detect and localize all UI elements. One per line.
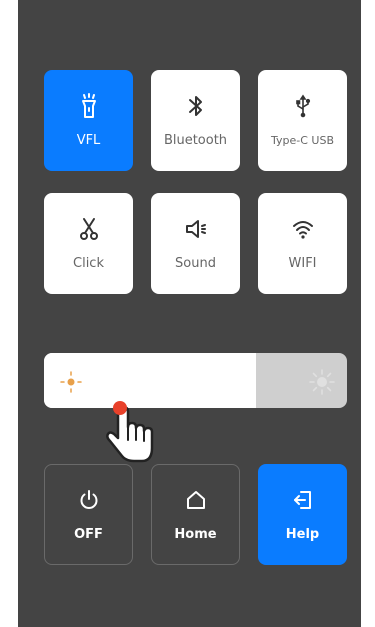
usb-label: Type-C USB	[271, 133, 334, 147]
wifi-icon	[290, 216, 316, 242]
sound-label: Sound	[175, 255, 216, 271]
speaker-icon	[183, 216, 209, 242]
sun-bright-icon	[309, 369, 335, 399]
usb-tile[interactable]: Type-C USB	[258, 70, 347, 171]
off-label: OFF	[74, 526, 103, 542]
wifi-tile[interactable]: WIFI	[258, 193, 347, 294]
click-tile[interactable]: Click	[44, 193, 133, 294]
help-label: Help	[285, 526, 320, 542]
scissors-icon	[76, 216, 102, 242]
help-button[interactable]: Help	[258, 464, 347, 565]
sound-tile[interactable]: Sound	[151, 193, 240, 294]
vfl-tile[interactable]: VFL	[44, 70, 133, 171]
home-icon	[183, 487, 209, 513]
hand-pointer-icon	[104, 398, 156, 468]
usb-icon	[290, 93, 316, 119]
off-button[interactable]: OFF	[44, 464, 133, 565]
sun-dim-icon	[60, 371, 82, 397]
click-label: Click	[73, 255, 104, 271]
bluetooth-tile[interactable]: Bluetooth	[151, 70, 240, 171]
wifi-label: WIFI	[288, 255, 317, 271]
home-button[interactable]: Home	[151, 464, 240, 565]
exit-icon	[290, 487, 316, 513]
bluetooth-icon	[183, 93, 209, 119]
home-label: Home	[174, 526, 217, 542]
flashlight-icon	[76, 92, 102, 119]
bluetooth-label: Bluetooth	[163, 132, 228, 148]
brightness-slider[interactable]	[44, 353, 347, 408]
power-icon	[76, 487, 102, 513]
vfl-label: VFL	[76, 132, 101, 148]
